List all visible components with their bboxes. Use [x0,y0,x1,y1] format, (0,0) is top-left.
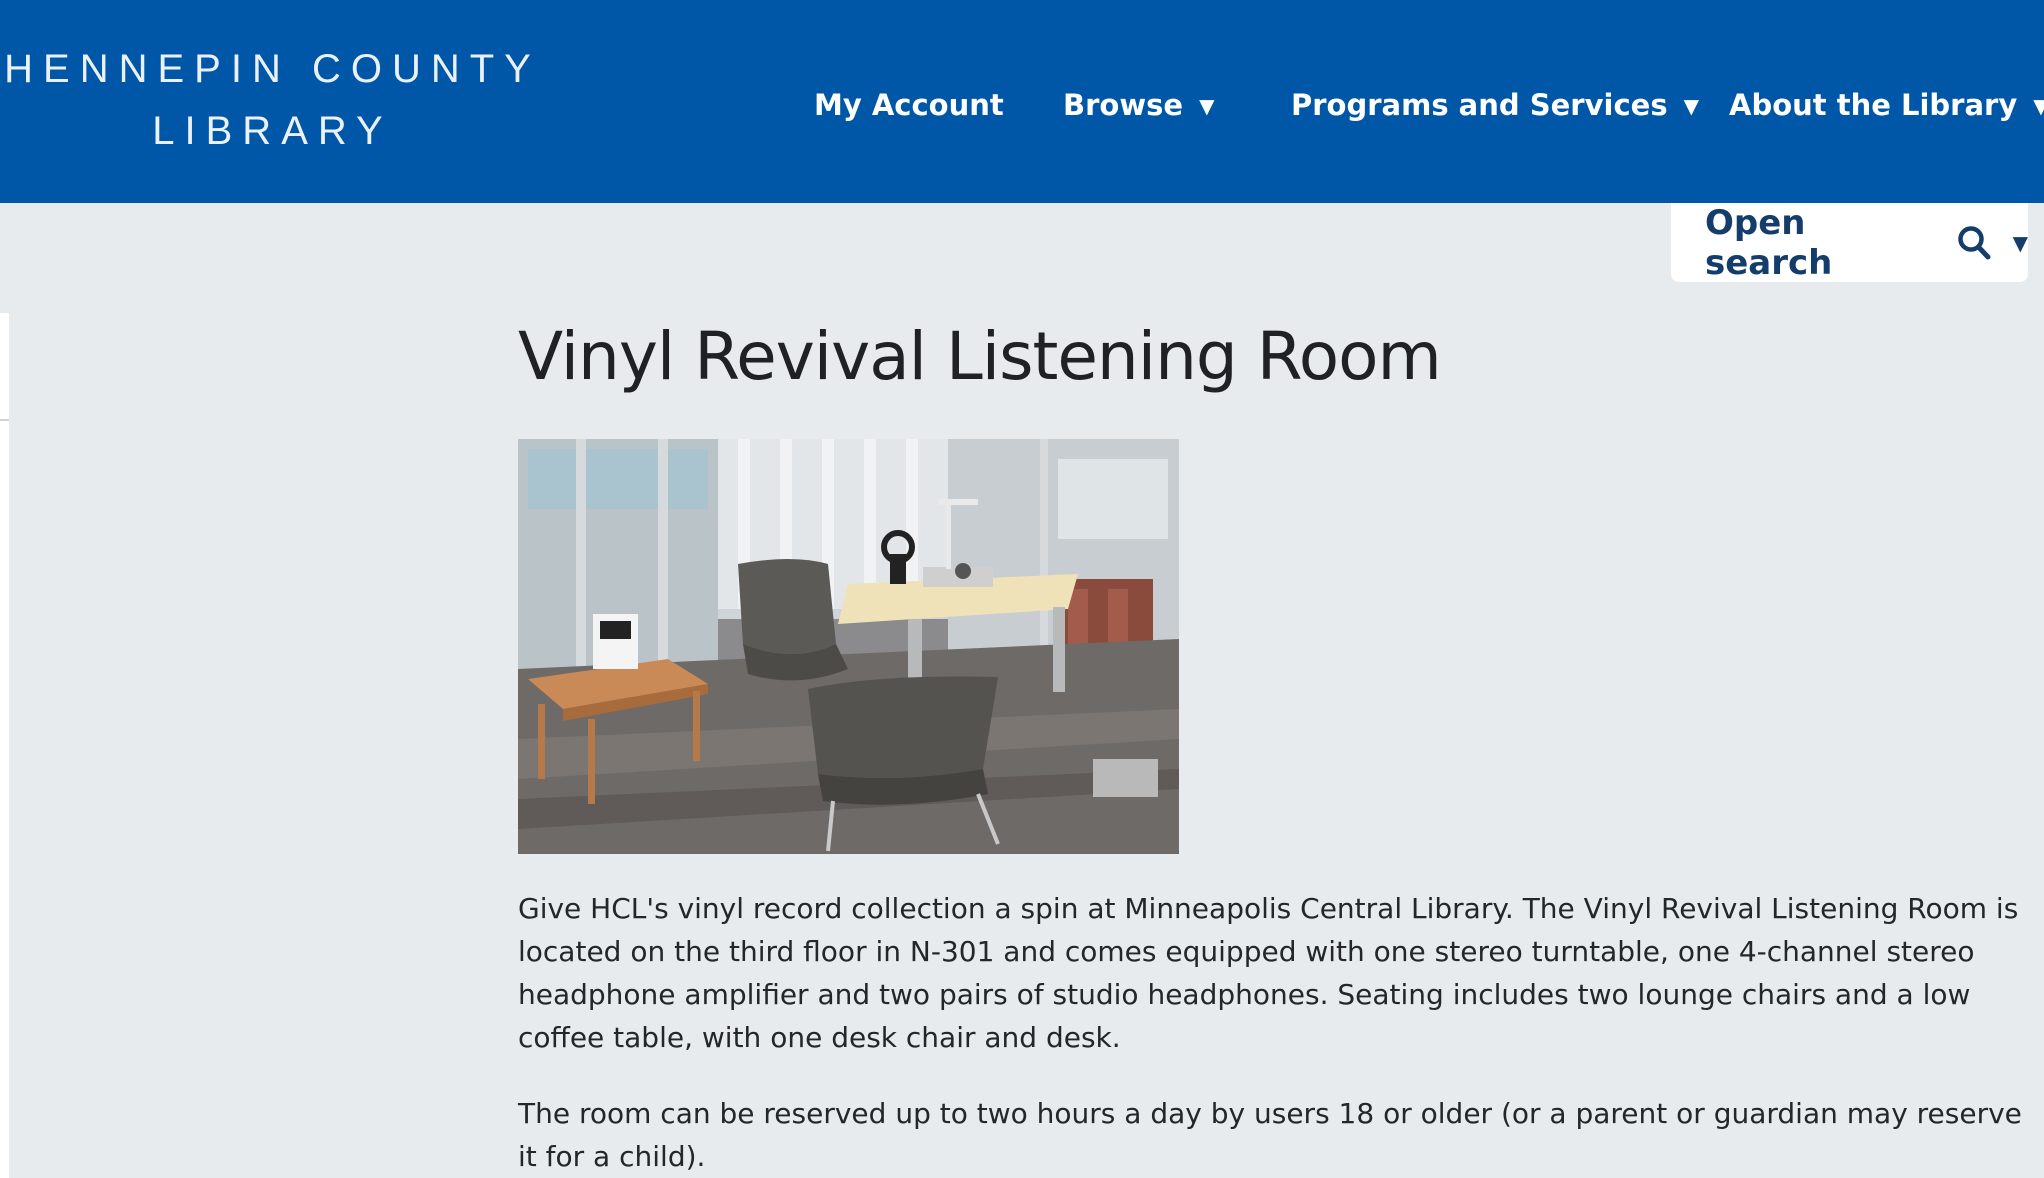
nav-about-the-library[interactable]: About the Library ▼ [1729,80,2044,130]
nav-browse-label: Browse [1063,88,1184,122]
page-title: Vinyl Revival Listening Room [518,318,1442,395]
site-header: HENNEPIN COUNTY LIBRARY My Account Brows… [0,0,2044,203]
nav-browse[interactable]: Browse ▼ [1063,80,1214,130]
nav-programs-and-services[interactable]: Programs and Services ▼ [1291,80,1699,130]
listening-room-photo-art [518,439,1179,854]
logo-line-2: LIBRARY [152,109,393,153]
chevron-down-icon: ▼ [1199,94,1215,118]
description-paragraph: Give HCL's vinyl record collection a spi… [518,892,2019,1054]
nav-my-account[interactable]: My Account [814,80,1004,130]
reservation-paragraph: The room can be reserved up to two hours… [518,1097,2022,1173]
open-search-button[interactable]: Open search ▼ [1671,202,2028,283]
chevron-down-icon: ▼ [1683,94,1699,118]
nav-my-account-label: My Account [814,88,1004,122]
chevron-down-icon: ▼ [2033,94,2044,118]
open-search-label: Open search [1705,202,1833,283]
library-logo[interactable]: HENNEPIN COUNTY LIBRARY [0,38,545,162]
chevron-down-icon: ▼ [2012,230,2028,255]
search-icon [1957,225,1991,259]
nav-about-label: About the Library [1729,88,2018,122]
logo-line-1: HENNEPIN COUNTY [4,47,541,91]
sidebar-edge [0,313,9,1178]
nav-programs-label: Programs and Services [1291,88,1668,122]
divider [0,419,9,421]
listening-room-photo [518,439,1179,854]
